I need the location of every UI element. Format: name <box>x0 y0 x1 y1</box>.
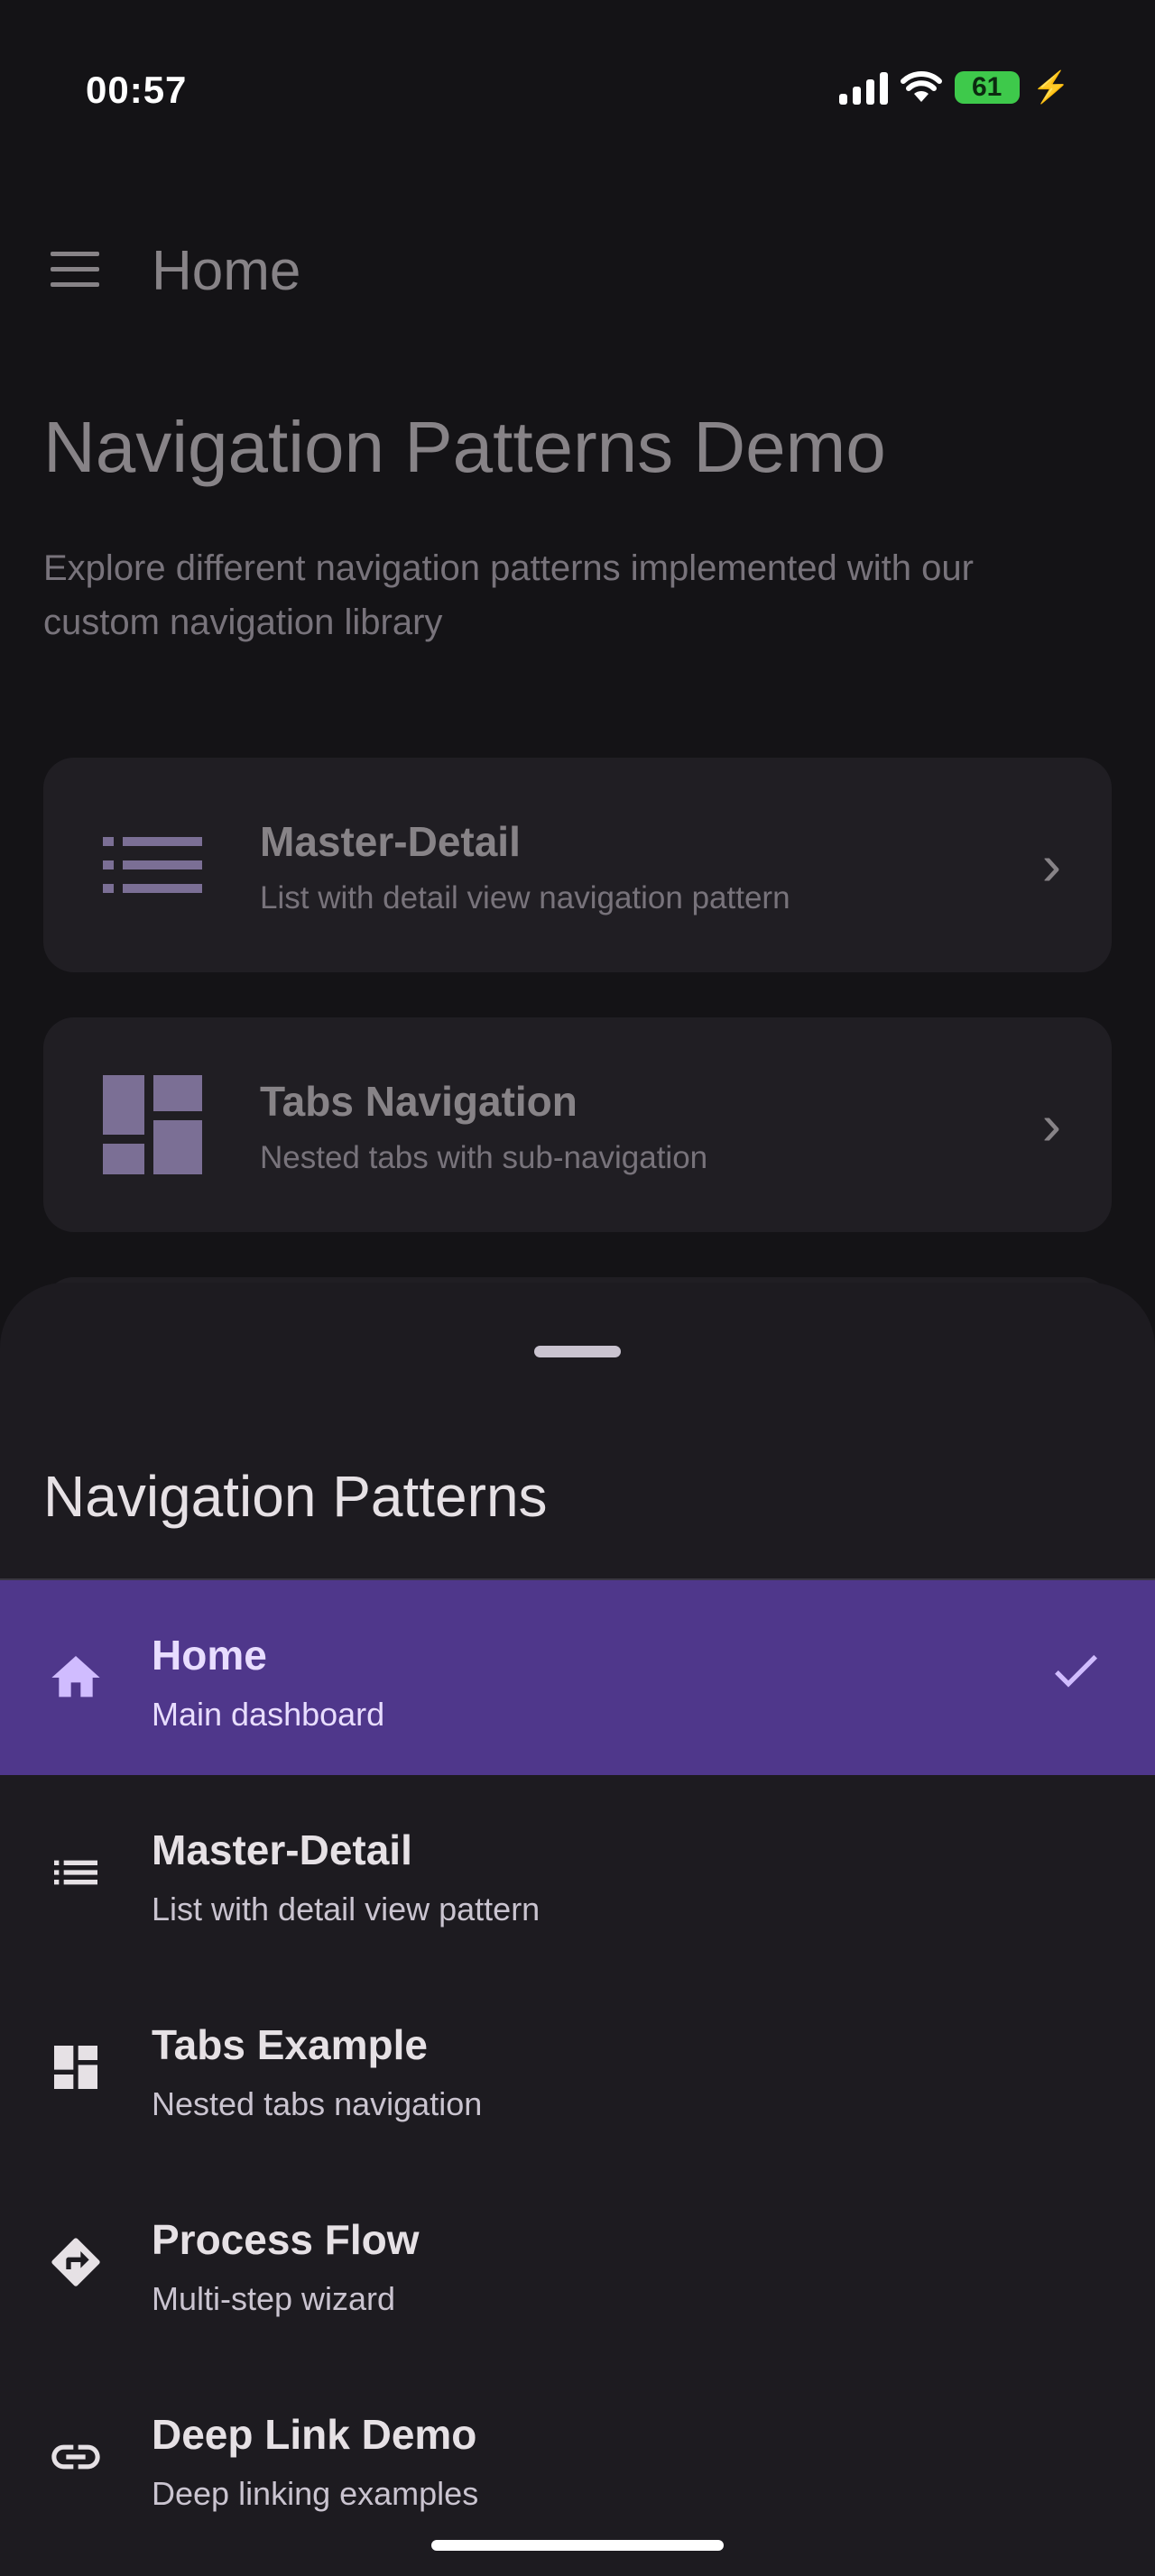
card-subtitle: Nested tabs with sub-navigation <box>260 1140 708 1175</box>
check-icon <box>1055 1654 1097 1688</box>
nav-item-label: Home <box>152 1632 267 1679</box>
page-title: Navigation Patterns Demo <box>43 407 886 487</box>
dashboard-icon <box>103 1075 202 1174</box>
status-time: 00:57 <box>86 69 188 111</box>
chevron-right-icon: › <box>1041 1092 1061 1157</box>
app-bar-title: Home <box>152 240 301 302</box>
home-indicator[interactable] <box>431 2540 724 2551</box>
nav-item-tabs-example[interactable]: Tabs Example Nested tabs navigation <box>0 1970 1155 2165</box>
battery-indicator: 61 <box>954 71 1020 104</box>
wifi-icon <box>900 71 942 102</box>
nav-item-subtitle: Deep linking examples <box>152 2475 479 2512</box>
chevron-right-icon: › <box>1041 833 1061 897</box>
directions-icon <box>51 2238 100 2286</box>
nav-item-subtitle: List with detail view pattern <box>152 1891 541 1927</box>
list-icon <box>103 837 202 893</box>
card-subtitle: List with detail view navigation pattern <box>260 880 790 915</box>
nav-item-subtitle: Main dashboard <box>152 1696 385 1733</box>
nav-item-subtitle: Nested tabs navigation <box>152 2085 483 2122</box>
dashboard-icon <box>54 2046 97 2089</box>
nav-item-home[interactable]: Home Main dashboard <box>0 1580 1155 1775</box>
card-title: Master-Detail <box>260 818 521 865</box>
card-tabs-navigation[interactable]: Tabs Navigation Nested tabs with sub-nav… <box>43 1017 1112 1232</box>
sheet-title: Navigation Patterns <box>43 1464 548 1529</box>
charging-bolt-icon: ⚡ <box>1031 70 1070 105</box>
app-bar: Home <box>0 212 1155 329</box>
drag-handle[interactable] <box>534 1346 621 1357</box>
nav-item-subtitle: Multi-step wizard <box>152 2280 396 2317</box>
home-icon <box>51 1656 100 1697</box>
menu-icon[interactable] <box>51 252 99 288</box>
nav-item-process-flow[interactable]: Process Flow Multi-step wizard <box>0 2165 1155 2360</box>
card-title: Tabs Navigation <box>260 1078 578 1125</box>
nav-item-deep-link-demo[interactable]: Deep Link Demo Deep linking examples <box>0 2360 1155 2554</box>
page-subtitle: Explore different navigation patterns im… <box>43 548 974 642</box>
link-icon <box>51 2444 100 2470</box>
cellular-signal-icon <box>838 70 888 105</box>
nav-item-label: Tabs Example <box>152 2021 428 2068</box>
list-icon <box>54 1860 97 1885</box>
status-bar: 00:57 61 ⚡ <box>0 0 1155 180</box>
nav-item-label: Master-Detail <box>152 1826 412 1873</box>
navigation-bottom-sheet: Navigation Patterns Home Main dashboard … <box>0 1283 1155 2576</box>
card-master-detail[interactable]: Master-Detail List with detail view navi… <box>43 758 1112 972</box>
battery-level: 61 <box>971 72 1003 102</box>
nav-item-label: Process Flow <box>152 2216 420 2263</box>
nav-item-label: Deep Link Demo <box>152 2411 477 2458</box>
nav-item-master-detail[interactable]: Master-Detail List with detail view patt… <box>0 1775 1155 1970</box>
status-icons: 61 ⚡ <box>838 70 1070 105</box>
